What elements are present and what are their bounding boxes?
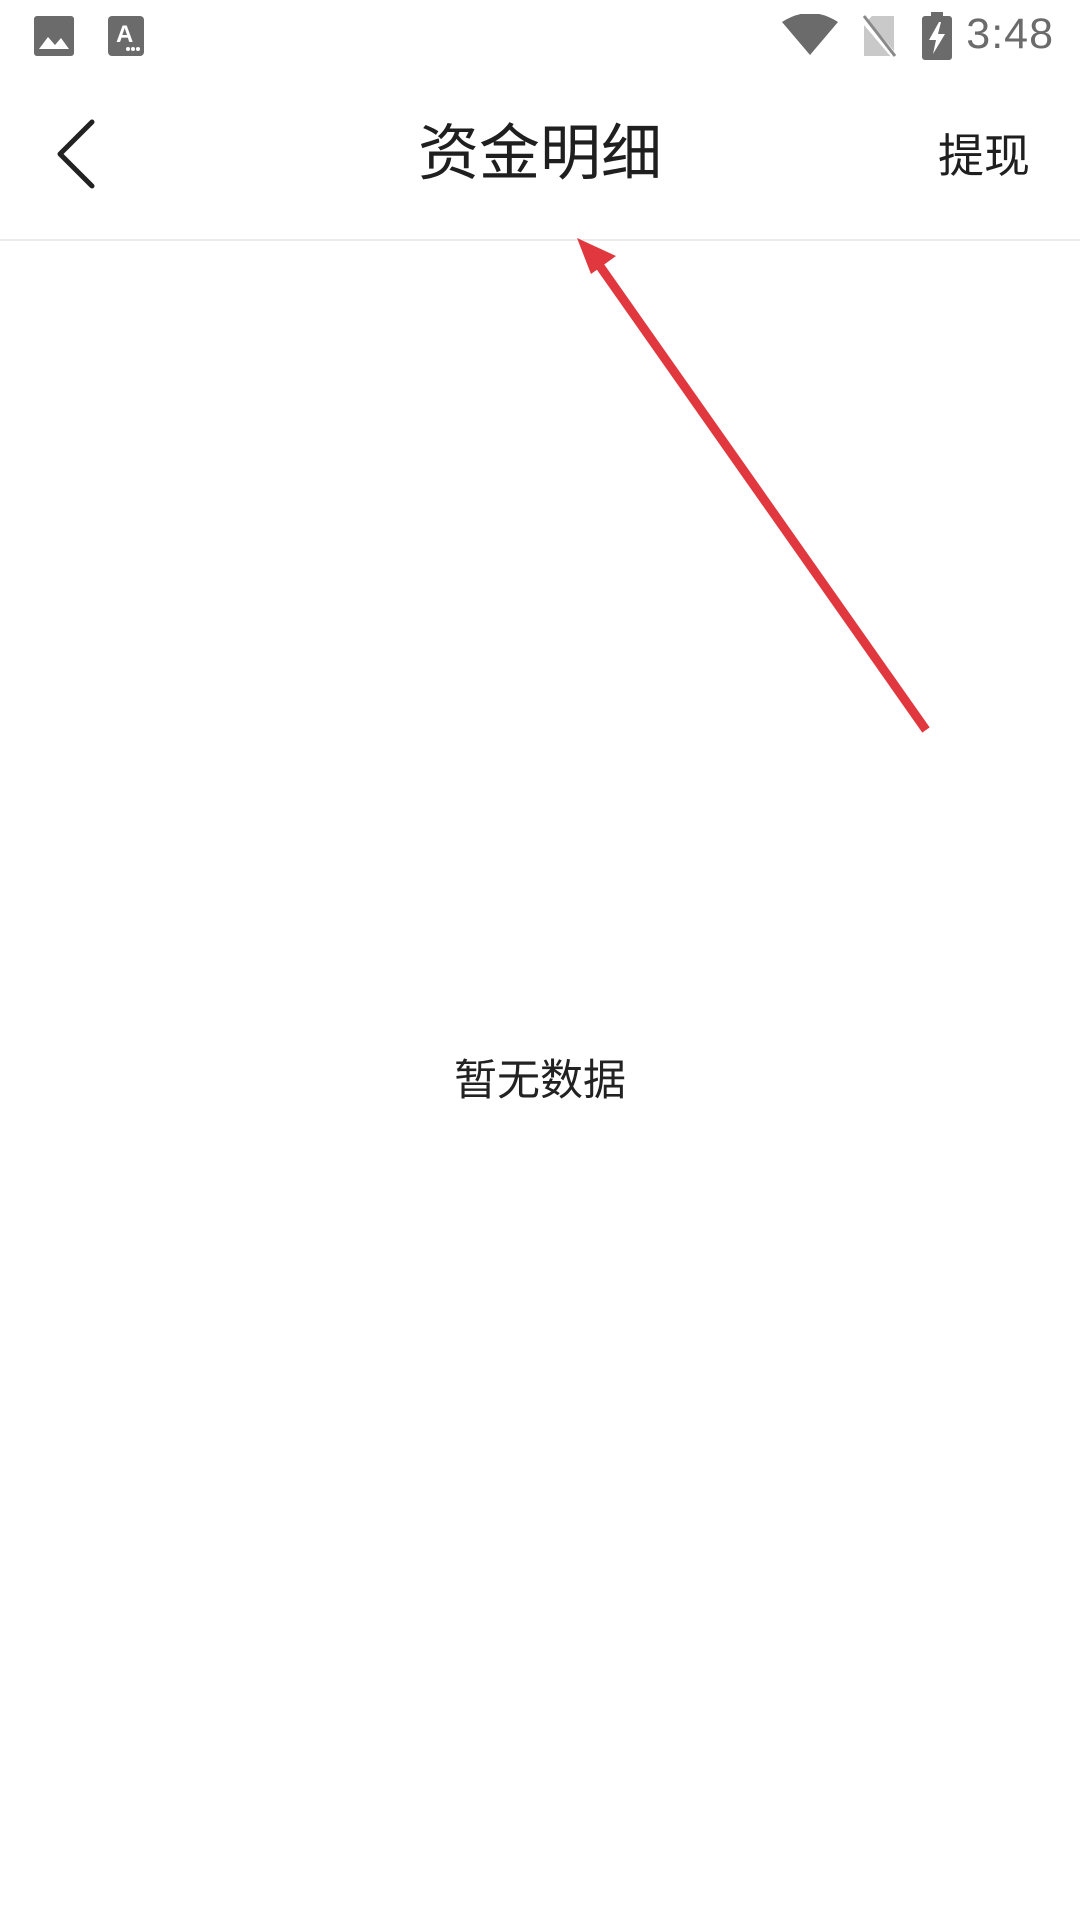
image-icon (34, 16, 74, 56)
svg-text:A: A (116, 21, 133, 48)
battery-charging-icon (922, 12, 952, 60)
empty-state-message: 暂无数据 (454, 1056, 626, 1106)
screen: A 3:48 资金明细 提现 暂无数据 (0, 0, 1080, 1920)
text-a-icon: A (108, 16, 144, 56)
clock-time: 3:48 (966, 10, 1054, 58)
toolbar: 资金明细 提现 (0, 74, 1080, 241)
withdraw-button[interactable]: 提现 (938, 128, 1030, 184)
page-title: 资金明细 (417, 118, 662, 189)
status-bar: A 3:48 (0, 0, 1080, 74)
wifi-icon (782, 14, 838, 55)
annotation-arrow (577, 238, 930, 733)
no-sim-icon (862, 15, 896, 58)
